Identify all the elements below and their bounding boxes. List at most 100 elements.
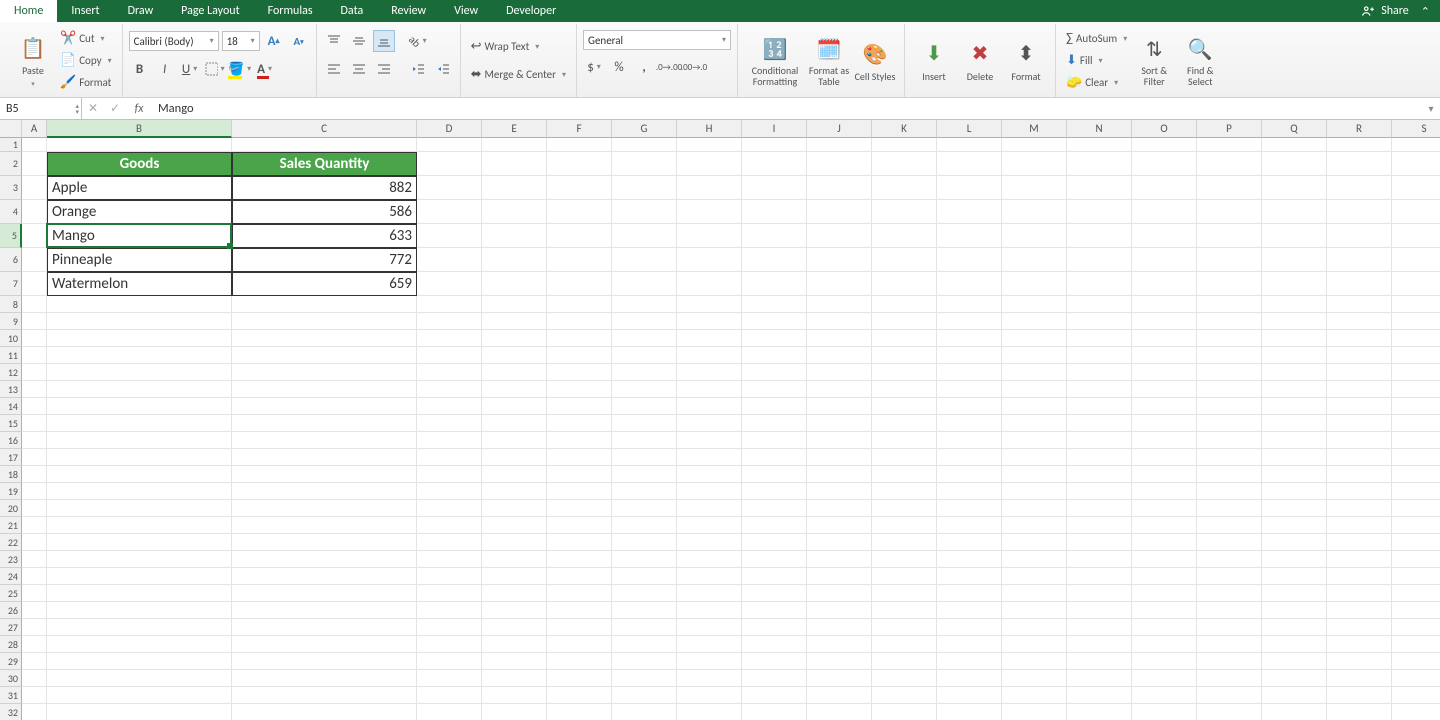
cell-L7[interactable] (937, 272, 1002, 296)
cell-M20[interactable] (1002, 500, 1067, 517)
fill-button[interactable]: ⬇Fill (1062, 51, 1131, 71)
cell-S6[interactable] (1392, 248, 1440, 272)
tab-page-layout[interactable]: Page Layout (167, 0, 253, 22)
cell-Q6[interactable] (1262, 248, 1327, 272)
cell-E2[interactable] (482, 152, 547, 176)
cell-O19[interactable] (1132, 483, 1197, 500)
cell-A29[interactable] (22, 653, 47, 670)
cell-I16[interactable] (742, 432, 807, 449)
cell-C30[interactable] (232, 670, 417, 687)
cell-G1[interactable] (612, 138, 677, 152)
cell-E18[interactable] (482, 466, 547, 483)
cell-Q11[interactable] (1262, 347, 1327, 364)
cell-Q25[interactable] (1262, 585, 1327, 602)
cell-D16[interactable] (417, 432, 482, 449)
cell-E30[interactable] (482, 670, 547, 687)
cell-S5[interactable] (1392, 224, 1440, 248)
cell-H20[interactable] (677, 500, 742, 517)
cell-A32[interactable] (22, 704, 47, 720)
cell-F23[interactable] (547, 551, 612, 568)
cell-J30[interactable] (807, 670, 872, 687)
cell-D23[interactable] (417, 551, 482, 568)
cell-P20[interactable] (1197, 500, 1262, 517)
cell-I2[interactable] (742, 152, 807, 176)
col-header-C[interactable]: C (232, 120, 417, 138)
cell-B16[interactable] (47, 432, 232, 449)
cell-H19[interactable] (677, 483, 742, 500)
cell-R9[interactable] (1327, 313, 1392, 330)
cell-K8[interactable] (872, 296, 937, 313)
cell-B23[interactable] (47, 551, 232, 568)
italic-button[interactable]: I (154, 58, 176, 80)
cell-I13[interactable] (742, 381, 807, 398)
cell-C8[interactable] (232, 296, 417, 313)
cell-O32[interactable] (1132, 704, 1197, 720)
cell-R20[interactable] (1327, 500, 1392, 517)
cell-P4[interactable] (1197, 200, 1262, 224)
cell-R3[interactable] (1327, 176, 1392, 200)
cell-L19[interactable] (937, 483, 1002, 500)
col-header-L[interactable]: L (937, 120, 1002, 138)
cell-S10[interactable] (1392, 330, 1440, 347)
cell-N18[interactable] (1067, 466, 1132, 483)
cell-P25[interactable] (1197, 585, 1262, 602)
cell-A12[interactable] (22, 364, 47, 381)
cell-F27[interactable] (547, 619, 612, 636)
cell-R24[interactable] (1327, 568, 1392, 585)
cell-F2[interactable] (547, 152, 612, 176)
cell-S13[interactable] (1392, 381, 1440, 398)
cell-G4[interactable] (612, 200, 677, 224)
cell-C24[interactable] (232, 568, 417, 585)
increase-font-button[interactable]: A▴ (263, 30, 285, 52)
cell-E7[interactable] (482, 272, 547, 296)
cell-L3[interactable] (937, 176, 1002, 200)
cell-S4[interactable] (1392, 200, 1440, 224)
cell-F30[interactable] (547, 670, 612, 687)
cell-P23[interactable] (1197, 551, 1262, 568)
cell-L13[interactable] (937, 381, 1002, 398)
cell-R6[interactable] (1327, 248, 1392, 272)
cell-A26[interactable] (22, 602, 47, 619)
cell-B7[interactable]: Watermelon (47, 272, 232, 296)
cell-A13[interactable] (22, 381, 47, 398)
fill-color-button[interactable]: 🪣 (229, 58, 251, 80)
cell-D9[interactable] (417, 313, 482, 330)
cell-S22[interactable] (1392, 534, 1440, 551)
cell-M16[interactable] (1002, 432, 1067, 449)
autosum-button[interactable]: ∑AutoSum (1062, 29, 1131, 49)
cell-L14[interactable] (937, 398, 1002, 415)
cell-M21[interactable] (1002, 517, 1067, 534)
row-header-15[interactable]: 15 (0, 415, 22, 432)
col-header-P[interactable]: P (1197, 120, 1262, 138)
spreadsheet-grid[interactable]: ABCDEFGHIJKLMNOPQRS 12345678910111213141… (0, 120, 1440, 720)
cell-Q1[interactable] (1262, 138, 1327, 152)
cell-G10[interactable] (612, 330, 677, 347)
cell-N25[interactable] (1067, 585, 1132, 602)
cell-J26[interactable] (807, 602, 872, 619)
cell-N11[interactable] (1067, 347, 1132, 364)
col-header-J[interactable]: J (807, 120, 872, 138)
cell-J23[interactable] (807, 551, 872, 568)
cell-L16[interactable] (937, 432, 1002, 449)
cell-G25[interactable] (612, 585, 677, 602)
cell-C11[interactable] (232, 347, 417, 364)
cell-A2[interactable] (22, 152, 47, 176)
increase-decimal-button[interactable]: .0→.00 (658, 56, 680, 78)
decrease-decimal-button[interactable]: .00→.0 (683, 56, 705, 78)
col-header-O[interactable]: O (1132, 120, 1197, 138)
cell-O30[interactable] (1132, 670, 1197, 687)
row-header-18[interactable]: 18 (0, 466, 22, 483)
cell-G13[interactable] (612, 381, 677, 398)
cell-S23[interactable] (1392, 551, 1440, 568)
row-header-10[interactable]: 10 (0, 330, 22, 347)
name-box[interactable]: B5 ▴▾ (0, 98, 82, 120)
cell-N3[interactable] (1067, 176, 1132, 200)
cell-N5[interactable] (1067, 224, 1132, 248)
cell-L29[interactable] (937, 653, 1002, 670)
cell-J13[interactable] (807, 381, 872, 398)
row-header-22[interactable]: 22 (0, 534, 22, 551)
wrap-text-button[interactable]: ↩Wrap Text (467, 37, 570, 57)
cell-H22[interactable] (677, 534, 742, 551)
cell-E11[interactable] (482, 347, 547, 364)
cell-I25[interactable] (742, 585, 807, 602)
